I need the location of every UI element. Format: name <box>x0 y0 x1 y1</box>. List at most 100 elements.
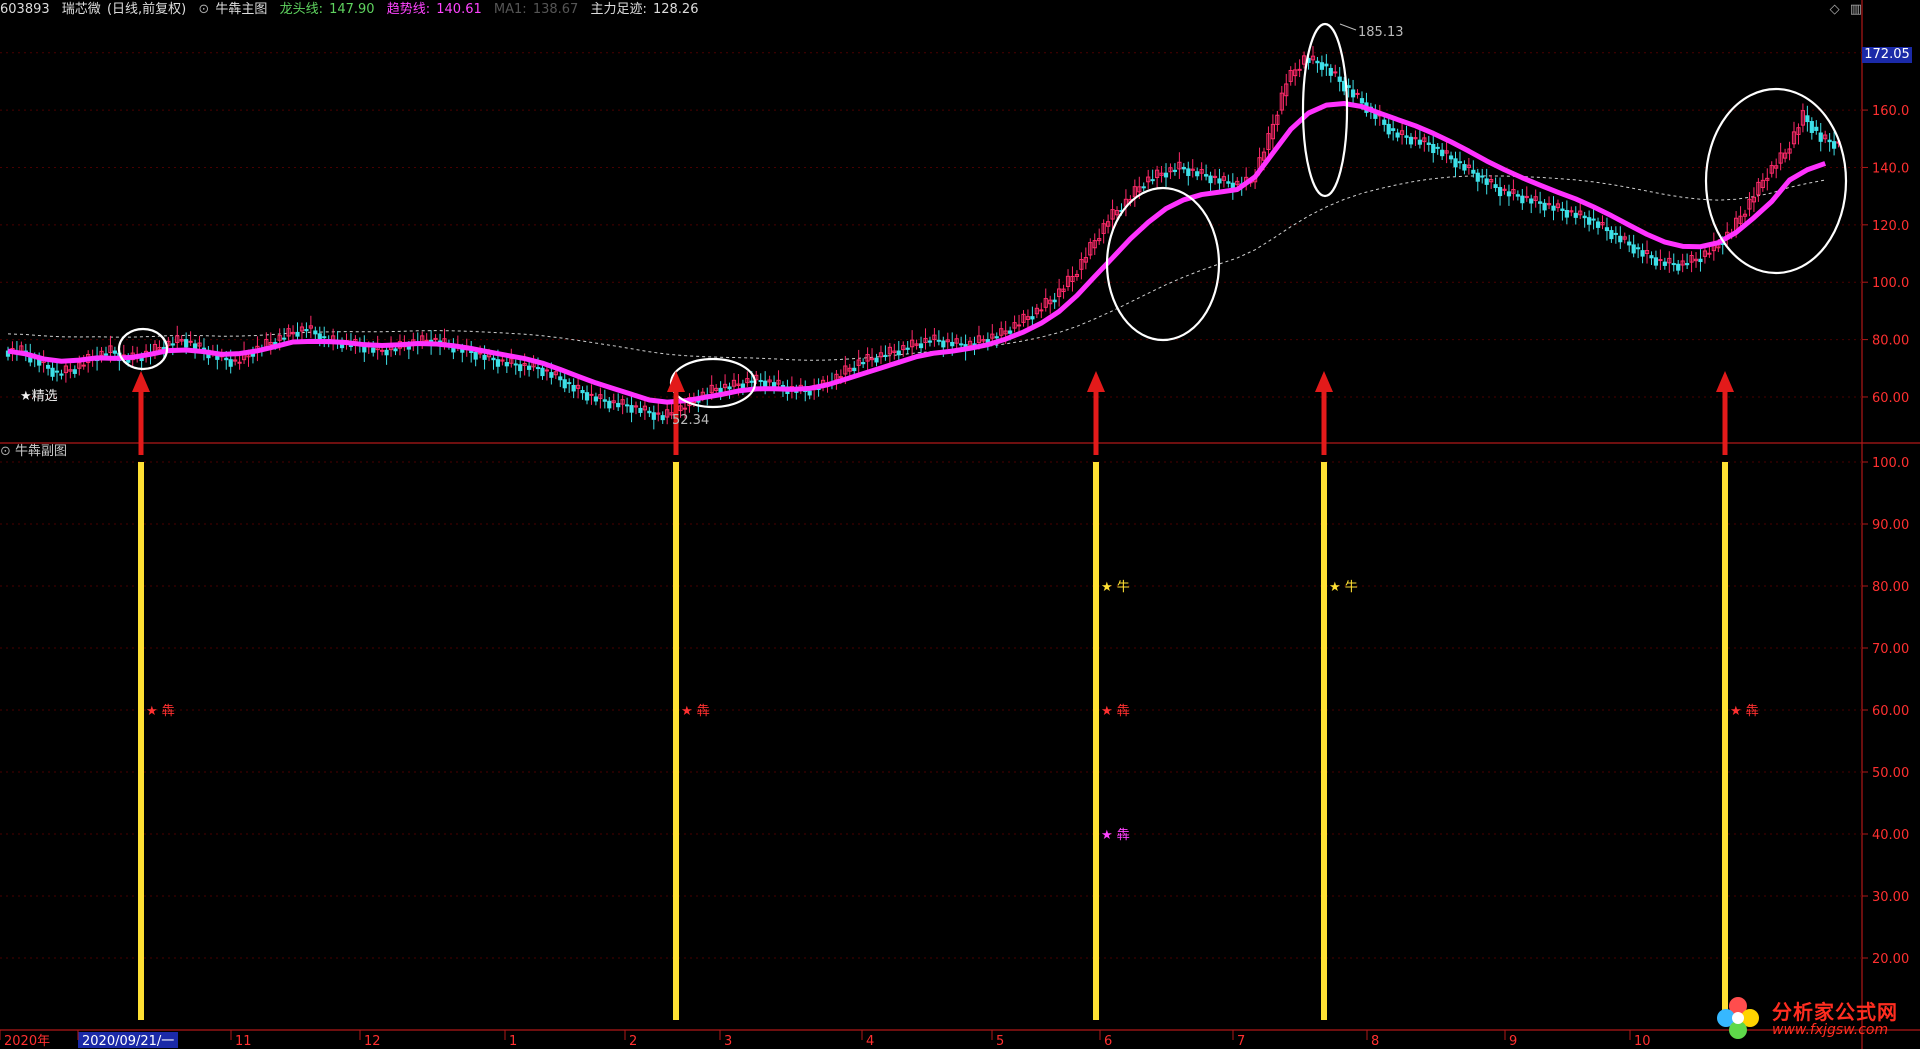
candle-body <box>593 396 599 402</box>
price-tick-label: 160.0 <box>1872 104 1909 119</box>
candle-body <box>1497 187 1503 197</box>
date-label: 7 <box>1237 1034 1245 1049</box>
candle-body <box>304 329 309 332</box>
period-label[interactable]: (日线,前复权) <box>107 2 186 17</box>
sub-tick-label: 100.0 <box>1872 456 1909 471</box>
candle-body <box>1319 62 1324 70</box>
candle-body <box>638 407 643 413</box>
candle-body <box>1030 316 1035 320</box>
candle-body <box>1480 175 1485 178</box>
candle-body <box>527 365 532 370</box>
candle-body <box>1016 324 1022 327</box>
candle-body <box>660 415 665 421</box>
watermark: 分析家公式网 www.fxjgsw.com <box>1710 992 1910 1044</box>
chart-canvas[interactable]: 180.0160.0140.0120.0100.080.0060.00100.0… <box>0 0 1920 1049</box>
date-label: 2 <box>629 1034 637 1049</box>
candle-body <box>1676 263 1681 271</box>
candle-body <box>838 376 843 379</box>
candle-body <box>1707 252 1712 255</box>
candle-body <box>562 379 567 389</box>
candle-body <box>380 349 385 352</box>
candle-body <box>1818 132 1823 142</box>
candle-body <box>896 350 901 356</box>
date-label: 8 <box>1371 1034 1379 1049</box>
candle-body <box>1163 172 1169 178</box>
signal-label-ben: ★ 犇 <box>1101 827 1130 843</box>
grid-lines <box>0 0 1920 1049</box>
candle-body <box>1475 172 1480 182</box>
candle-body <box>558 376 563 381</box>
candle-body <box>927 340 933 343</box>
candle-body <box>1426 142 1431 145</box>
candle-body <box>1297 68 1302 71</box>
candle-body <box>1627 241 1632 246</box>
track-label: 主力足迹: <box>590 2 647 17</box>
chart-header: 603893 瑞芯微 (日线,前复权) ⊙ 牛犇主图 龙头线: 147.90 趋… <box>0 0 706 20</box>
stock-name: 瑞芯微 <box>61 2 101 17</box>
date-label: 3 <box>724 1034 732 1049</box>
candle-body <box>188 340 193 343</box>
candle-body <box>549 372 554 378</box>
candle-body <box>1333 71 1338 74</box>
price-annotations: 185.13 52.34 ★精选 <box>20 23 1404 428</box>
candle-body <box>313 330 318 335</box>
date-label: 2020年 <box>4 1034 50 1049</box>
date-label: 4 <box>866 1034 874 1049</box>
candle-body <box>852 367 857 372</box>
candle-body <box>1640 250 1645 257</box>
sub-tick-label: 30.00 <box>1872 890 1909 905</box>
candle-body <box>184 339 189 348</box>
candle-body <box>740 383 745 389</box>
candle-body <box>629 405 634 413</box>
candle-body <box>112 350 117 354</box>
candle-body <box>1462 164 1467 171</box>
collapse-icon[interactable]: ⊙ <box>0 444 11 459</box>
signal-label-xuan: ★ 犇 <box>681 703 710 719</box>
candle-body <box>54 370 60 373</box>
candle-body <box>1208 175 1213 184</box>
candle-body <box>250 353 256 357</box>
candle-body <box>1315 60 1320 64</box>
candle-body <box>1582 215 1587 219</box>
track-value: 128.26 <box>652 2 699 17</box>
dragon-value: 147.90 <box>329 2 375 17</box>
sub-indicator-name[interactable]: 牛犇副图 <box>15 444 67 459</box>
candle-body <box>1636 247 1641 250</box>
collapse-icon[interactable]: ⊙ <box>198 2 209 17</box>
date-label: 10 <box>1634 1034 1651 1049</box>
candle-body <box>1631 244 1636 254</box>
candle-body <box>495 359 501 367</box>
candle-body <box>322 336 327 339</box>
date-label: 11 <box>235 1034 252 1049</box>
sub-tick-label: 60.00 <box>1872 704 1909 719</box>
candle-body <box>1217 178 1222 184</box>
candle-body <box>647 410 652 414</box>
candle-body <box>1493 184 1498 189</box>
sub-tick-label: 20.00 <box>1872 952 1909 967</box>
diamond-icon[interactable]: ◇ <box>1830 2 1840 17</box>
date-label: 1 <box>509 1034 517 1049</box>
high-price-pointer <box>1339 23 1357 31</box>
stock-code[interactable]: 603893 <box>0 2 50 17</box>
candle-body <box>1417 139 1422 145</box>
signal-bar <box>1321 462 1327 1020</box>
candle-body <box>771 382 777 388</box>
candle-body <box>1698 258 1703 263</box>
candle-body <box>1435 146 1440 149</box>
panel-icon[interactable]: ▥ <box>1850 2 1862 17</box>
candle-body <box>1408 136 1414 145</box>
candle-body <box>1671 263 1676 266</box>
candle-body <box>758 379 763 382</box>
candle-body <box>1587 217 1592 225</box>
candle-body <box>1809 121 1814 133</box>
signal-label-niu: ★ 牛 <box>1329 580 1358 595</box>
candle-body <box>1564 209 1569 218</box>
candle-body <box>1346 85 1351 88</box>
date-label: 2020/09/21/一 <box>82 1034 174 1049</box>
indicator-name[interactable]: 牛犇主图 <box>215 2 267 17</box>
candle-body <box>1653 257 1659 266</box>
candle-body <box>1226 181 1231 184</box>
candle-body <box>883 354 888 358</box>
ma-line-path <box>7 175 1826 361</box>
trend-line <box>7 100 1827 405</box>
